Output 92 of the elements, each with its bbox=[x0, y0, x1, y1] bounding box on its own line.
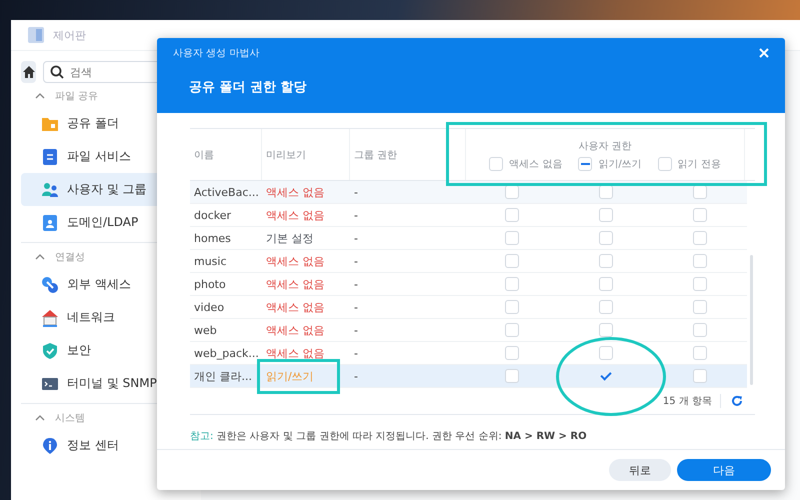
shield-check-icon bbox=[41, 342, 59, 360]
back-button[interactable]: 뒤로 bbox=[609, 459, 671, 481]
table-cell-text: - bbox=[353, 254, 359, 268]
contact-card-icon bbox=[41, 214, 59, 232]
column-group-header: 사용자 권한 bbox=[578, 140, 632, 152]
scrollbar[interactable] bbox=[750, 255, 753, 385]
checkbox-label: 읽기 전용 bbox=[678, 158, 721, 170]
table-row[interactable]: docker 액세스 없음 - bbox=[190, 204, 747, 227]
checkbox[interactable] bbox=[599, 231, 613, 245]
table-cell-text: video bbox=[193, 300, 226, 314]
checkbox[interactable] bbox=[505, 323, 519, 337]
house-icon bbox=[41, 308, 59, 326]
table-row[interactable]: photo 액세스 없음 - bbox=[190, 273, 747, 296]
checkbox[interactable] bbox=[505, 369, 519, 383]
checkbox[interactable] bbox=[599, 254, 613, 268]
link-icon bbox=[41, 276, 59, 294]
table-cell-text: - bbox=[353, 346, 359, 360]
checkbox[interactable] bbox=[693, 231, 707, 245]
table-row[interactable]: ActiveBac... 액세스 없음 - bbox=[190, 181, 747, 204]
table-row[interactable]: 개인 클라... 읽기/쓰기 - bbox=[190, 365, 747, 388]
users-icon bbox=[41, 180, 59, 198]
section-title: 파일 공유 bbox=[55, 90, 98, 103]
checkbox[interactable] bbox=[599, 277, 613, 291]
table-cell-text: 액세스 없음 bbox=[265, 276, 326, 292]
close-icon bbox=[759, 48, 769, 58]
table-cell-text: - bbox=[353, 208, 359, 222]
table-cell-text: - bbox=[353, 324, 359, 336]
table-cell-text: homes bbox=[193, 232, 232, 244]
table-cell-text: 액세스 없음 bbox=[265, 208, 326, 222]
checkbox-label: 액세스 없음 bbox=[509, 158, 562, 170]
search-icon bbox=[50, 65, 64, 79]
checkbox[interactable] bbox=[599, 208, 613, 222]
header-checkbox[interactable] bbox=[578, 156, 592, 170]
home-icon bbox=[22, 65, 36, 79]
table-cell-text: 액세스 없음 bbox=[265, 254, 326, 268]
close-button[interactable] bbox=[759, 48, 769, 58]
header-checkbox[interactable] bbox=[658, 156, 672, 170]
checkbox[interactable] bbox=[505, 185, 519, 199]
table-cell-text: 액세스 없음 bbox=[265, 184, 326, 200]
next-button[interactable]: 다음 bbox=[677, 459, 771, 481]
table-cell-text: docker bbox=[193, 208, 232, 222]
checkbox[interactable] bbox=[693, 323, 707, 337]
control-panel-icon bbox=[27, 26, 45, 44]
checkbox[interactable] bbox=[693, 208, 707, 222]
checkbox[interactable] bbox=[505, 277, 519, 291]
checkbox[interactable] bbox=[599, 323, 613, 337]
checkbox[interactable] bbox=[505, 208, 519, 222]
item-count: 15 개 항목 bbox=[662, 394, 721, 408]
table-row[interactable]: homes 기본 설정 - bbox=[190, 227, 747, 250]
checkbox-label: 읽기/쓰기 bbox=[598, 158, 642, 170]
checkbox[interactable] bbox=[505, 254, 519, 268]
info-icon bbox=[41, 436, 59, 454]
table-row[interactable]: music 액세스 없음 - bbox=[190, 250, 747, 273]
table-cell-text: music bbox=[193, 254, 228, 268]
section-title: 시스템 bbox=[55, 412, 85, 425]
table-cell-text: web_pack... bbox=[193, 346, 260, 360]
table-cell-text: 개인 클라... bbox=[193, 368, 253, 384]
checkbox[interactable] bbox=[693, 254, 707, 268]
checkbox[interactable] bbox=[505, 346, 519, 360]
table-cell-text: 읽기/쓰기 bbox=[265, 368, 315, 384]
checkbox[interactable] bbox=[693, 300, 707, 314]
checkbox[interactable] bbox=[505, 300, 519, 314]
checkbox[interactable] bbox=[599, 300, 613, 314]
table-cell-text: web bbox=[193, 324, 218, 336]
checkbox[interactable] bbox=[693, 346, 707, 360]
note-text: 참고: 권한은 사용자 및 그룹 권한에 따라 지정됩니다. 권한 우선 순위: NA > RW > RO bbox=[190, 430, 588, 443]
refresh-button[interactable] bbox=[731, 395, 743, 407]
window-title: 제어판 bbox=[53, 28, 86, 42]
table-cell-text: 기본 설정 bbox=[265, 230, 314, 246]
checkbox[interactable] bbox=[693, 185, 707, 199]
checkbox[interactable] bbox=[693, 369, 707, 383]
table-cell-text: - bbox=[353, 232, 359, 244]
section-title: 연결성 bbox=[55, 251, 85, 264]
table-cell-text: photo bbox=[193, 278, 227, 290]
refresh-icon bbox=[731, 395, 743, 407]
table-cell-text: 액세스 없음 bbox=[265, 300, 326, 314]
checkbox[interactable] bbox=[693, 277, 707, 291]
table-cell-text: - bbox=[353, 370, 359, 382]
header-checkbox[interactable] bbox=[489, 156, 504, 170]
table-cell-text: 액세스 없음 bbox=[265, 322, 326, 338]
checkbox[interactable] bbox=[599, 346, 613, 360]
table-row[interactable]: video 액세스 없음 - bbox=[190, 296, 747, 319]
home-button[interactable] bbox=[21, 61, 36, 83]
document-icon bbox=[41, 148, 59, 166]
table-cell-text: 액세스 없음 bbox=[265, 346, 326, 360]
table-cell-text: - bbox=[353, 300, 359, 314]
checkbox[interactable] bbox=[599, 185, 613, 199]
table-cell-text: - bbox=[353, 278, 359, 290]
checkbox[interactable] bbox=[505, 231, 519, 245]
dialog-title: 사용자 생성 마법사 bbox=[173, 47, 260, 60]
table-row[interactable]: web 액세스 없음 - bbox=[190, 319, 747, 342]
table-cell-text: - bbox=[353, 186, 359, 198]
